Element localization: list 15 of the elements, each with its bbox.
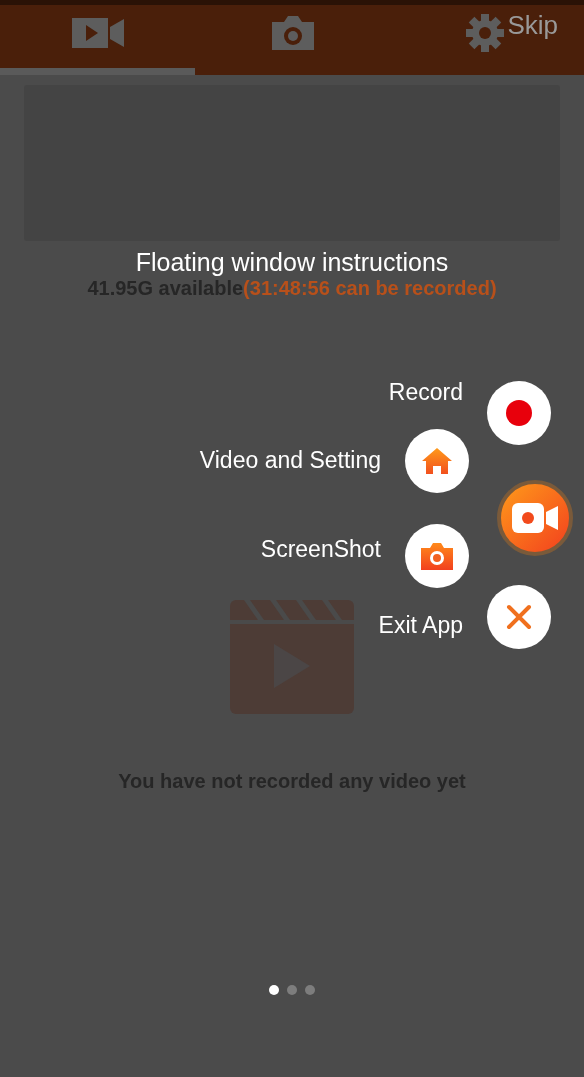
- instructions-title: Floating window instructions: [135, 248, 449, 277]
- skip-button[interactable]: Skip: [503, 8, 562, 43]
- menu-label: Record: [388, 379, 463, 406]
- menu-label: Video and Setting: [199, 447, 381, 474]
- camera-icon: [421, 542, 453, 570]
- record-dot-icon: [506, 400, 532, 426]
- video-camera-icon: [69, 15, 126, 50]
- gear-icon: [465, 12, 505, 53]
- recordable-time: (31:48:56 can be recorded): [243, 277, 497, 299]
- camera-icon: [269, 13, 316, 52]
- home-icon: [422, 448, 452, 474]
- video-camera-icon: [512, 503, 558, 533]
- menu-label: ScreenShot: [260, 536, 381, 563]
- menu-label: Exit App: [378, 612, 463, 639]
- close-icon: [506, 604, 532, 630]
